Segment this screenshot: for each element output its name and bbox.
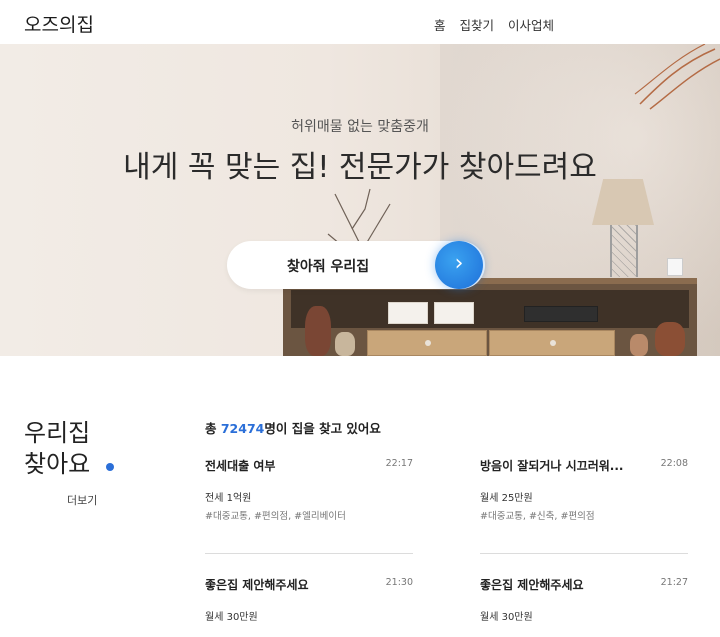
cabinet-drawer bbox=[367, 330, 487, 356]
hero-banner: 허위매물 없는 맞춤중개 내게 꼭 맞는 집! 전문가가 찾아드려요 찾아줘 우… bbox=[0, 44, 720, 356]
request-tags: #대중교통, #편의점, #엘리베이터 bbox=[205, 511, 346, 522]
request-card[interactable]: 좋은집 제안해주세요 21:27 월세 30만원 bbox=[480, 576, 688, 623]
cabinet-drawer bbox=[489, 330, 615, 356]
request-card[interactable]: 좋은집 제안해주세요 21:30 월세 30만원 bbox=[205, 576, 413, 623]
nav-movers[interactable]: 이사업체 bbox=[508, 15, 554, 34]
request-card[interactable]: 전세대출 여부 22:17 전세 1억원 #대중교통, #편의점, #엘리베이터 bbox=[205, 457, 413, 522]
main-nav: 홈 집찾기 이사업체 bbox=[434, 15, 554, 34]
request-time: 22:17 bbox=[385, 458, 413, 469]
pendant-lamp-decoration bbox=[634, 44, 720, 110]
find-house-button[interactable]: › bbox=[435, 241, 483, 289]
card-divider bbox=[205, 553, 413, 554]
request-price: 월세 30만원 bbox=[205, 612, 258, 623]
summary-suffix: 명이 집을 찾고 있어요 bbox=[264, 421, 381, 436]
hero-subtitle: 허위매물 없는 맞춤중개 bbox=[291, 119, 429, 135]
nav-find-house[interactable]: 집찾기 bbox=[459, 15, 494, 34]
section-title-line2: 찾아요 bbox=[24, 450, 91, 478]
section-dot-icon bbox=[106, 463, 114, 471]
cabinet-shelf bbox=[291, 290, 689, 328]
vase-decoration bbox=[305, 306, 331, 356]
request-time: 22:08 bbox=[660, 458, 688, 469]
drawer-knob bbox=[425, 340, 431, 346]
summary-prefix: 총 bbox=[205, 421, 221, 436]
find-house-label: 찾아줘 우리집 bbox=[287, 259, 370, 275]
vase-decoration bbox=[655, 322, 685, 356]
request-tags: #대중교통, #신축, #편의점 bbox=[480, 511, 595, 522]
requests-summary: 총 72474명이 집을 찾고 있어요 bbox=[205, 418, 381, 437]
vase-decoration bbox=[335, 332, 355, 356]
mug-decoration bbox=[667, 258, 683, 276]
request-time: 21:30 bbox=[385, 577, 413, 588]
nav-home[interactable]: 홈 bbox=[434, 15, 446, 34]
summary-count: 72474 bbox=[220, 421, 265, 436]
request-card[interactable]: 방음이 잘되거나 시끄러워... 22:08 월세 25만원 #대중교통, #신… bbox=[480, 457, 688, 522]
vase-decoration bbox=[630, 334, 648, 356]
request-title: 좋은집 제안해주세요 bbox=[480, 578, 584, 592]
card-divider bbox=[480, 553, 688, 554]
request-price: 월세 25만원 bbox=[480, 493, 533, 504]
chevron-right-icon: › bbox=[454, 251, 464, 276]
section-title-line1: 우리집 bbox=[24, 419, 91, 447]
box-decoration bbox=[434, 302, 474, 324]
section-title: 우리집 찾아요 bbox=[24, 418, 90, 480]
site-logo[interactable]: 오즈의집 bbox=[24, 10, 94, 37]
request-time: 21:27 bbox=[660, 577, 688, 588]
top-header: 오즈의집 홈 집찾기 이사업체 bbox=[0, 0, 720, 44]
request-title: 좋은집 제안해주세요 bbox=[205, 578, 309, 592]
box-decoration bbox=[388, 302, 428, 324]
request-title: 전세대출 여부 bbox=[205, 459, 276, 473]
request-price: 전세 1억원 bbox=[205, 493, 252, 504]
tray-decoration bbox=[524, 306, 598, 322]
more-link[interactable]: 더보기 bbox=[67, 492, 97, 508]
request-title: 방음이 잘되거나 시끄러워... bbox=[480, 459, 624, 473]
request-price: 월세 30만원 bbox=[480, 612, 533, 623]
drawer-knob bbox=[550, 340, 556, 346]
lamp-base-decoration bbox=[610, 225, 638, 277]
